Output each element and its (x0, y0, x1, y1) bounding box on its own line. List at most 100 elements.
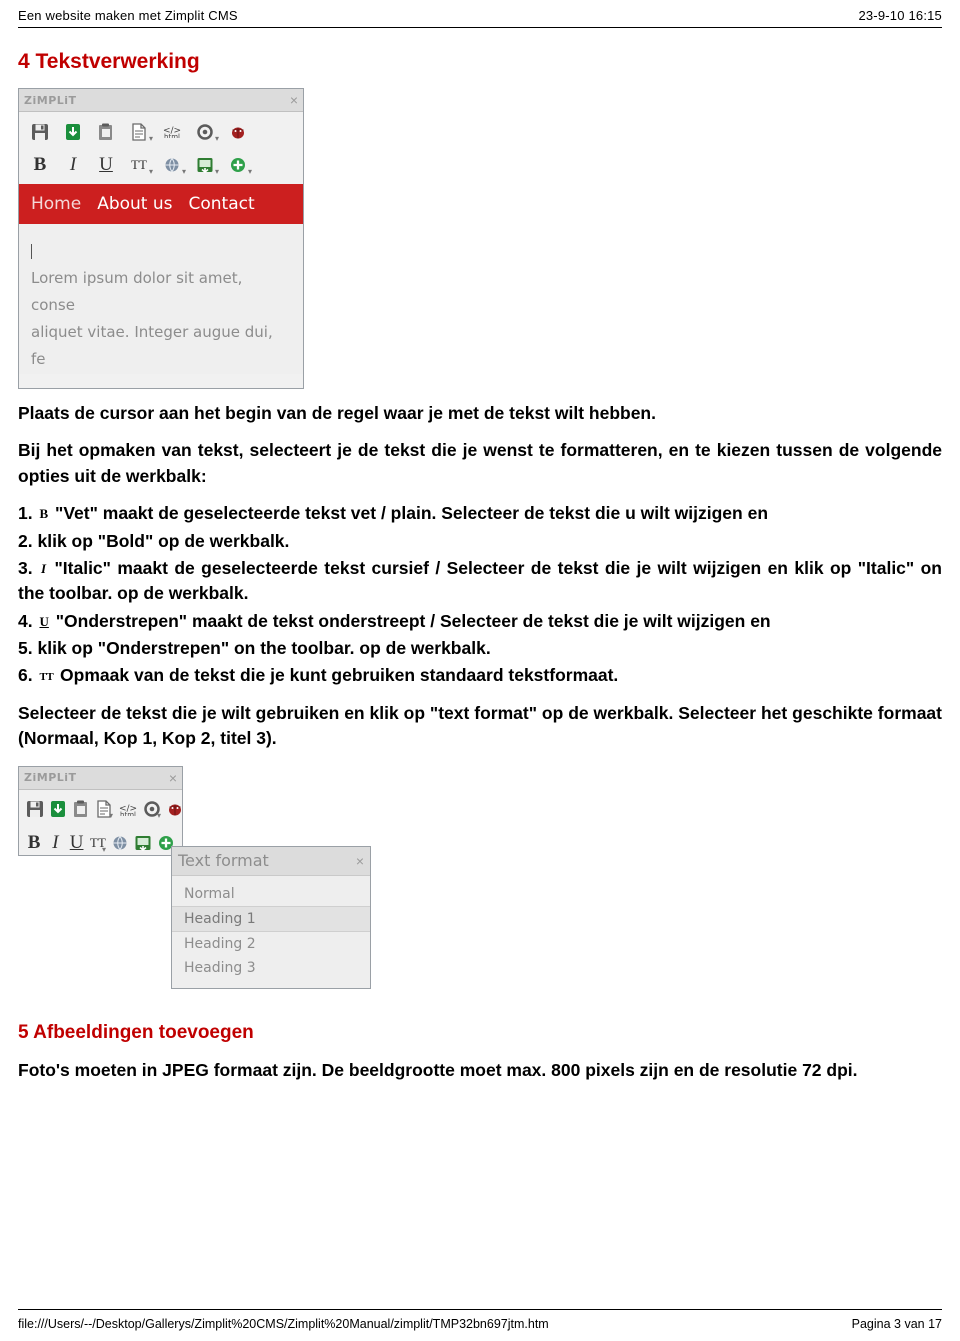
image-icon[interactable] (133, 829, 153, 855)
publish-icon[interactable] (48, 795, 68, 823)
chevron-down-icon: ▾ (108, 811, 113, 820)
editor-toolbar-row-1: ▾ </> html ▾ (19, 112, 303, 148)
chevron-down-icon: ▾ (148, 167, 153, 176)
document-page: Een website maken met Zimplit CMS 23-9-1… (0, 0, 960, 1341)
underline-icon: U (39, 613, 49, 629)
step-text: "Italic" maakt de geselecteerde tekst cu… (18, 557, 942, 604)
list-item: 1. B "Vet" maakt de geselecteerde tekst … (18, 501, 942, 526)
option-heading-2[interactable]: Heading 2 (172, 932, 370, 956)
text-cursor (31, 238, 291, 265)
close-icon[interactable]: × (290, 93, 298, 107)
close-icon[interactable]: × (356, 854, 364, 868)
site-navbar: Home About us Contact (19, 184, 303, 224)
step-number: 1. (18, 503, 33, 524)
list-item: 2. klik op "Bold" op de werkbalk. (18, 529, 942, 554)
footer-path: file:///Users/--/Desktop/Gallerys/Zimpli… (18, 1317, 549, 1331)
settings-icon[interactable]: ▾ (190, 118, 220, 146)
step-number: 4. (18, 610, 33, 631)
step-text: klik op "Bold" op de werkbalk. (37, 530, 290, 551)
editor-toolbar-row-2: B I U TT ▾ (19, 826, 182, 855)
text-format-icon[interactable]: TT ▾ (89, 829, 107, 855)
zimplit-logo: ZiMPLiT (24, 771, 77, 784)
section-heading-5: 5 Afbeeldingen toevoegen (18, 1021, 254, 1043)
editor-content-area[interactable]: Lorem ipsum dolor sit amet, conse alique… (19, 224, 303, 374)
save-icon[interactable] (25, 795, 45, 823)
save-icon[interactable] (25, 118, 55, 146)
step-number: 5. (18, 638, 33, 658)
text-format-popup: Text format × Normal Heading 1 Heading 2… (171, 845, 371, 989)
paste-icon[interactable] (91, 118, 121, 146)
formatting-steps-list: 1. B "Vet" maakt de geselecteerde tekst … (18, 501, 942, 689)
close-icon[interactable]: × (169, 771, 177, 785)
text-format-options: Normal Heading 1 Heading 2 Heading 3 (172, 876, 370, 988)
step-number: 2. (18, 530, 33, 551)
svg-text:html: html (164, 133, 180, 138)
italic-icon[interactable]: I (46, 829, 64, 855)
step-text: Opmaak van de tekst die je kunt gebruike… (60, 665, 619, 686)
paragraph-images: Foto's moeten in JPEG formaat zijn. De b… (18, 1059, 858, 1080)
html-icon[interactable]: </> html (117, 795, 139, 823)
underline-icon[interactable]: U (68, 829, 86, 855)
editor-screenshot-1: ZiMPLiT × ▾ </> html ▾ B I U TT ▾ ▾ ▾ ▾ … (18, 88, 304, 389)
editor-titlebar: ZiMPLiT × (19, 89, 303, 112)
link-icon[interactable] (110, 829, 130, 855)
step-text: "Vet" maakt de geselecteerde tekst vet /… (55, 503, 769, 524)
header-timestamp: 23-9-10 16:15 (858, 8, 942, 23)
chevron-down-icon: ▾ (181, 167, 186, 176)
list-item: 3. I "Italic" maakt de geselecteerde tek… (18, 556, 942, 607)
bug-icon[interactable] (165, 795, 182, 823)
nav-tab-home[interactable]: Home (31, 194, 81, 214)
bold-icon[interactable]: B (25, 151, 55, 179)
step-number: 3. (18, 557, 33, 578)
popup-titlebar: Text format × (172, 846, 370, 876)
add-icon[interactable]: ▾ (223, 151, 253, 179)
image-icon[interactable]: ▾ (190, 151, 220, 179)
step-number: 6. (18, 665, 33, 686)
chevron-down-icon: ▾ (214, 167, 219, 176)
editor-toolbar-row-2: B I U TT ▾ ▾ ▾ ▾ (19, 148, 303, 184)
html-icon[interactable]: </> html (157, 118, 187, 146)
bold-icon[interactable]: B (25, 829, 43, 855)
bug-icon[interactable] (223, 118, 253, 146)
document-footer: file:///Users/--/Desktop/Gallerys/Zimpli… (18, 1309, 942, 1331)
step-text: "Onderstrepen" maakt de tekst onderstree… (55, 610, 771, 631)
popup-title: Text format (178, 851, 269, 870)
page-icon[interactable]: ▾ (124, 118, 154, 146)
paragraph-cursor-instruction: Plaats de cursor aan het begin van de re… (18, 403, 656, 423)
option-heading-1[interactable]: Heading 1 (172, 905, 370, 932)
italic-icon: I (41, 560, 47, 576)
chevron-down-icon: ▾ (214, 133, 219, 143)
chevron-down-icon: ▾ (101, 844, 106, 854)
paragraph-textformat-detail: Selecteer de tekst die je wilt gebruiken… (18, 702, 942, 749)
paste-icon[interactable] (71, 795, 91, 823)
paragraph-formatting-intro: Bij het opmaken van tekst, selecteert je… (18, 440, 942, 486)
link-icon[interactable]: ▾ (157, 151, 187, 179)
section-heading-4: 4 Tekstverwerking (18, 50, 200, 73)
document-header: Een website maken met Zimplit CMS 23-9-1… (18, 0, 942, 28)
step-text: klik op "Onderstrepen" on the toolbar. o… (37, 638, 491, 658)
nav-tab-contact[interactable]: Contact (189, 194, 255, 214)
italic-icon[interactable]: I (58, 151, 88, 179)
zimplit-logo: ZiMPLiT (24, 93, 77, 107)
content-line-2: aliquet vitae. Integer augue dui, fe (31, 323, 273, 368)
publish-icon[interactable] (58, 118, 88, 146)
svg-text:html: html (120, 811, 136, 816)
editor-titlebar: ZiMPLiT × (19, 766, 182, 790)
list-item: 6. TT Opmaak van de tekst die je kunt ge… (18, 663, 942, 688)
option-heading-3[interactable]: Heading 3 (172, 956, 370, 980)
text-format-icon: TT (39, 671, 54, 684)
bold-icon: B (39, 506, 49, 522)
header-title: Een website maken met Zimplit CMS (18, 8, 238, 23)
text-format-icon[interactable]: TT ▾ (124, 151, 154, 179)
option-normal[interactable]: Normal (172, 882, 370, 906)
underline-icon[interactable]: U (91, 151, 121, 179)
settings-icon[interactable]: ▾ (142, 795, 162, 823)
nav-tab-about[interactable]: About us (97, 194, 172, 214)
chevron-down-icon: ▾ (247, 167, 252, 176)
page-icon[interactable]: ▾ (94, 795, 114, 823)
editor-toolbar-window: ZiMPLiT × ▾ </> html ▾ B I U TT ▾ (18, 765, 183, 856)
list-item: 4. U "Onderstrepen" maakt de tekst onder… (18, 609, 942, 634)
chevron-down-icon: ▾ (148, 133, 153, 143)
footer-page-number: Pagina 3 van 17 (851, 1317, 942, 1331)
editor-toolbar-row-1: ▾ </> html ▾ (19, 790, 182, 826)
